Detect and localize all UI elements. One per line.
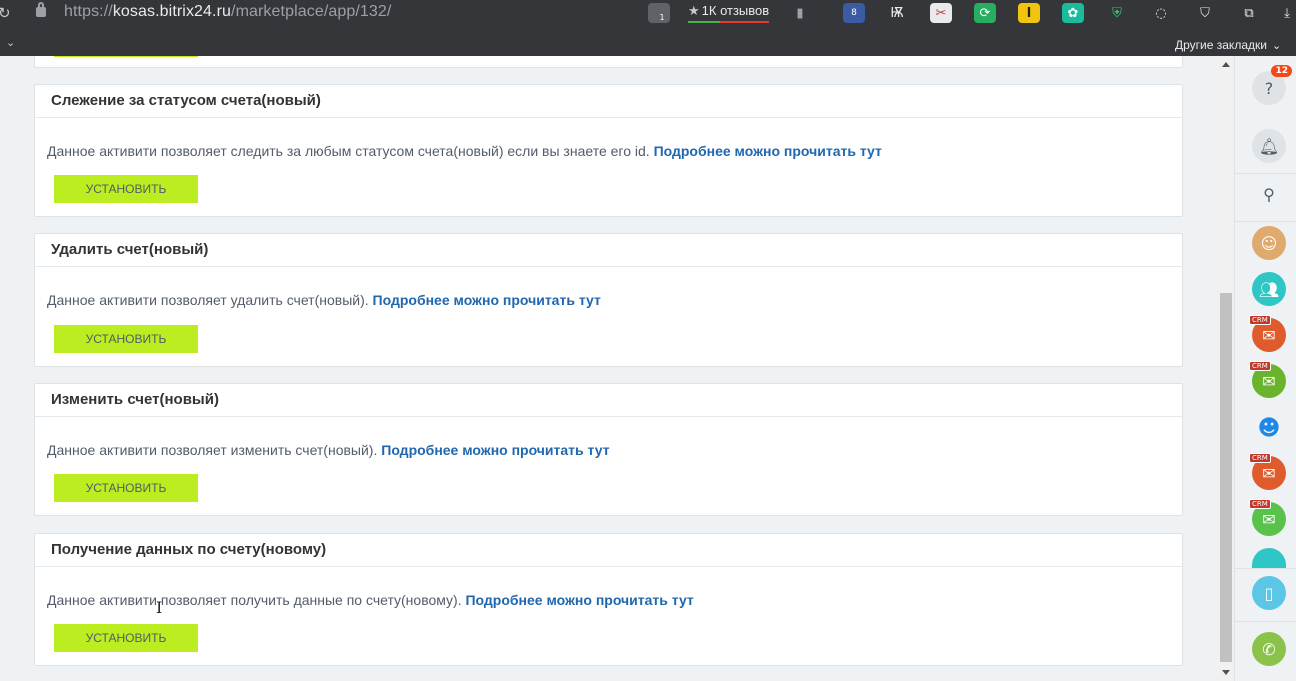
bot-avatar[interactable]: ☻ [1252,411,1286,445]
crm-chat-avatar[interactable]: CRM ✉ [1249,315,1286,352]
install-button[interactable]: УСТАНОВИТЬ [54,325,198,353]
divider [1235,221,1296,222]
text-cursor-icon: I [156,598,163,617]
shield-icon[interactable]: ⛉ [1194,3,1216,23]
help-icon[interactable]: ? 12 [1252,65,1292,105]
card-title: Получение данных по счету(новому) [35,534,1182,567]
page-scrollbar[interactable] [1218,56,1234,681]
url-text[interactable]: https://kosas.bitrix24.ru/marketplace/ap… [64,3,391,21]
star-icon: ★ [688,3,700,18]
install-button-partial[interactable] [54,56,198,57]
card-title: Слежение за статусом счета(новый) [35,85,1182,118]
lock-icon[interactable] [36,2,46,17]
read-more-link[interactable]: Подробнее можно прочитать тут [654,143,882,159]
scissors-extension-icon[interactable]: ✂ [930,3,952,23]
read-more-link[interactable]: Подробнее можно прочитать тут [465,592,693,608]
l-extension-icon[interactable]: l [1018,3,1040,23]
crm-chat-avatar[interactable]: CRM ✉ [1249,499,1286,536]
app-card: Изменить счет(новый) Данное активити поз… [34,383,1183,516]
search-icon[interactable]: ⚲ [1252,177,1286,211]
card-description: Данное активити позволяет следить за люб… [47,143,882,159]
app-card-partial [34,56,1183,68]
notification-badge: 12 [1271,65,1292,77]
card-title: Удалить счет(новый) [35,234,1182,267]
read-more-link[interactable]: Подробнее можно прочитать тут [381,442,609,458]
browser-chrome: ↻ https://kosas.bitrix24.ru/marketplace/… [0,0,1296,56]
contact-avatar[interactable] [1252,548,1286,568]
divider [1235,173,1296,174]
marketplace-page: Слежение за статусом счета(новый) Данное… [0,56,1218,681]
bell-icon[interactable]: 🔔︎ [1252,129,1286,163]
app-card: Слежение за статусом счета(новый) Данное… [34,84,1183,217]
crm-chat-avatar[interactable]: CRM ✉ [1249,361,1286,398]
download-icon[interactable]: ⤓ [1276,3,1296,23]
card-description: Данное активити позволяет получить данны… [47,592,694,608]
tab-counter-icon[interactable]: 1 [648,3,670,23]
reviews-extension[interactable]: ★ 1К отзывов [688,3,770,23]
crm-chat-avatar[interactable]: CRM ✉ [1249,453,1286,490]
scroll-down-arrow-icon[interactable] [1222,670,1230,675]
scroll-up-arrow-icon[interactable] [1222,62,1230,67]
chevron-down-icon[interactable]: ⌄ [6,36,15,49]
chevron-down-icon: ⌄ [1271,39,1282,52]
mail-extension-icon[interactable]: 8 [843,3,865,23]
scroll-thumb[interactable] [1220,293,1232,662]
puzzle-icon[interactable]: ⧉ [1238,3,1260,23]
read-more-link[interactable]: Подробнее можно прочитать тут [373,292,601,308]
right-sidebar: ? 12 🔔︎ ⚲ ☺ 👥︎ CRM ✉ CRM ✉ ☻ CRM ✉ CRM ✉ ▯ ✆ [1234,56,1296,681]
mobile-icon[interactable]: ▯ [1252,576,1286,610]
install-button[interactable]: УСТАНОВИТЬ [54,624,198,652]
bookmarks-bar: ⌄ Другие закладки ⌄ [0,34,1296,56]
group-chat-avatar[interactable]: ☺ [1252,226,1286,260]
gear-extension-icon[interactable]: ✿ [1062,3,1084,23]
translate-extension-icon[interactable]: Ѭ [886,3,908,23]
lightbulb-icon[interactable]: ◌ [1150,3,1172,23]
install-button[interactable]: УСТАНОВИТЬ [54,474,198,502]
divider [1235,568,1296,569]
card-description: Данное активити позволяет удалить счет(н… [47,292,601,308]
card-description: Данное активити позволяет изменить счет(… [47,442,610,458]
bookmark-icon[interactable]: ▮ [789,3,811,23]
app-card: Получение данных по счету(новому) Данное… [34,533,1183,666]
phone-icon[interactable]: ✆ [1252,632,1286,666]
address-bar[interactable]: ↻ https://kosas.bitrix24.ru/marketplace/… [0,0,1296,28]
shield-check-icon[interactable]: ⛨ [1106,3,1128,23]
sync-extension-icon[interactable]: ⟳ [974,3,996,23]
install-button[interactable]: УСТАНОВИТЬ [54,175,198,203]
card-title: Изменить счет(новый) [35,384,1182,417]
users-icon[interactable]: 👥︎ [1252,272,1286,306]
app-card: Удалить счет(новый) Данное активити позв… [34,233,1183,367]
reload-icon[interactable]: ↻ [0,4,11,22]
other-bookmarks-button[interactable]: Другие закладки ⌄ [1175,38,1281,52]
divider [1235,621,1296,622]
